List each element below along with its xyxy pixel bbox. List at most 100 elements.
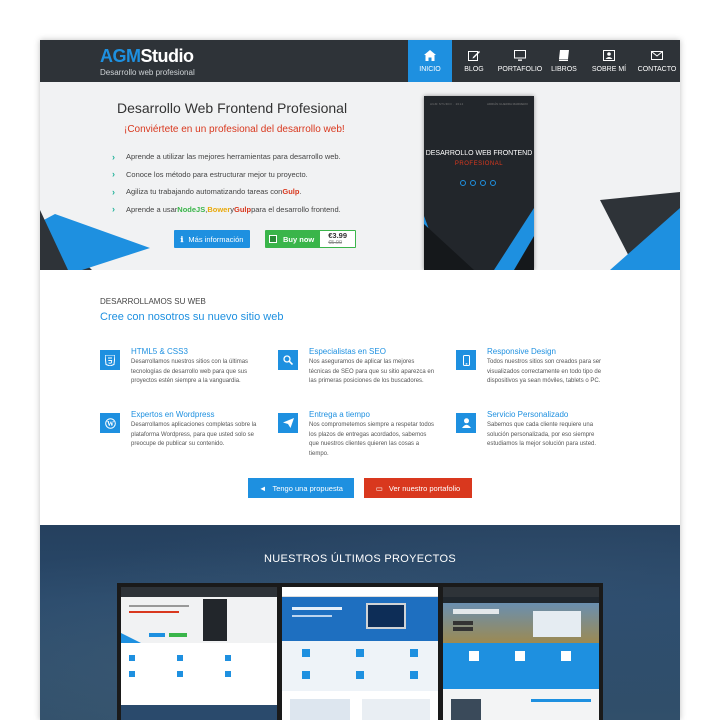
service-description: Todos nuestros sitios son creados para s… bbox=[487, 359, 602, 384]
preview-content bbox=[362, 699, 430, 720]
service-title[interactable]: Servicio Personalizado bbox=[487, 410, 568, 419]
preview-icon bbox=[302, 671, 310, 679]
preview-icon bbox=[225, 655, 231, 661]
nav-label: LIBROS bbox=[551, 65, 577, 73]
preview-icon bbox=[410, 649, 418, 657]
service-description: Desarrollamos aplicaciones completas sob… bbox=[131, 422, 257, 447]
project-thumbnail-3[interactable] bbox=[439, 583, 603, 720]
chevron-right-icon: › bbox=[112, 169, 115, 180]
search-icon bbox=[278, 350, 298, 370]
service-description: Sabemos que cada cliente requiere una so… bbox=[487, 422, 597, 447]
preview-text bbox=[292, 607, 342, 610]
project-thumbnail-2[interactable] bbox=[278, 583, 442, 720]
list-item: › Aprende a utilizar las mejores herramie… bbox=[112, 151, 341, 162]
logo[interactable]: AGMStudio Desarrollo web profesional bbox=[100, 46, 195, 77]
nav-label: BLOG bbox=[464, 65, 484, 73]
preview-monitor bbox=[366, 603, 406, 629]
preview-icon bbox=[356, 671, 364, 679]
preview-services bbox=[443, 643, 599, 689]
hero-title: Desarrollo Web Frontend Profesional bbox=[117, 100, 348, 116]
preview-footer bbox=[121, 705, 277, 720]
home-icon bbox=[424, 49, 436, 61]
preview-button bbox=[169, 633, 187, 637]
user-icon bbox=[603, 49, 615, 61]
preview-icon bbox=[129, 671, 135, 677]
edit-icon bbox=[468, 50, 480, 61]
chevron-right-icon: › bbox=[112, 204, 115, 215]
preview-hero bbox=[282, 597, 438, 641]
preview-icon bbox=[515, 651, 525, 661]
book-decoration bbox=[424, 208, 534, 270]
list-item: › Conoce los método para estructurar mejo… bbox=[112, 169, 308, 180]
book-cover[interactable]: AGM STUDIO · 2014 ADRIÁN GUERRA MARRERO … bbox=[424, 96, 534, 270]
svg-text:W: W bbox=[107, 420, 114, 428]
preview-icon bbox=[410, 671, 418, 679]
preview-text bbox=[292, 615, 332, 617]
service-title[interactable]: Entrega a tiempo bbox=[309, 410, 370, 419]
portfolio-button[interactable]: ▭ Ver nuestro portafolio bbox=[364, 478, 472, 498]
preview-book bbox=[203, 599, 227, 641]
logo-title: AGMStudio bbox=[100, 46, 194, 66]
nav-item-inicio[interactable]: INICIO bbox=[408, 40, 452, 82]
chevron-right-icon: › bbox=[112, 151, 115, 162]
service-title[interactable]: Expertos en Wordpress bbox=[131, 410, 214, 419]
nav-item-sobre-mi[interactable]: SOBRE MÍ bbox=[584, 40, 634, 82]
user-icon bbox=[456, 413, 476, 433]
preview-icon bbox=[469, 651, 479, 661]
mobile-icon bbox=[456, 350, 476, 370]
preview-icon bbox=[561, 651, 571, 661]
envelope-icon bbox=[651, 50, 663, 60]
proposal-button[interactable]: ◄ Tengo una propuesta bbox=[248, 478, 354, 498]
project-thumbnail-1[interactable] bbox=[117, 583, 281, 720]
nav-item-blog[interactable]: BLOG bbox=[452, 40, 496, 82]
preview-hero bbox=[121, 597, 277, 643]
list-item: › Agiliza tu trabajando automatizando tar… bbox=[112, 186, 302, 197]
buy-now-button[interactable]: Buy now €3.99 €5.00 bbox=[265, 230, 357, 248]
monitor-icon: ▭ bbox=[375, 483, 383, 493]
list-item: › Aprende a usar NodeJS, Bower y Gulp par… bbox=[112, 204, 341, 215]
projects-title: NUESTROS ÚLTIMOS PROYECTOS bbox=[264, 553, 456, 565]
services-section: DESARROLLAMOS SU WEB Cree con nosotros s… bbox=[40, 270, 680, 525]
cart-icon bbox=[269, 235, 277, 243]
nav-label: PORTAFOLIO bbox=[497, 65, 543, 73]
hero-section: Desarrollo Web Frontend Profesional ¡Con… bbox=[40, 82, 680, 270]
nav-item-portafolio[interactable]: PORTAFOLIO bbox=[496, 40, 544, 82]
preview-icon bbox=[177, 671, 183, 677]
paper-plane-icon bbox=[278, 413, 298, 433]
preview-icon bbox=[356, 649, 364, 657]
more-info-button[interactable]: ℹ Más información bbox=[174, 230, 250, 248]
preview-content bbox=[290, 699, 350, 720]
section-title: Cree con nosotros su nuevo sitio web bbox=[100, 311, 284, 323]
preview-icon bbox=[129, 655, 135, 661]
service-title[interactable]: HTML5 & CSS3 bbox=[131, 347, 188, 356]
nav-label: INICIO bbox=[419, 65, 441, 73]
website-frame: AGMStudio Desarrollo web profesional INI… bbox=[40, 40, 680, 720]
service-title[interactable]: Especialistas en SEO bbox=[309, 347, 386, 356]
book-icon bbox=[559, 49, 569, 61]
chevron-right-icon: › bbox=[112, 186, 115, 197]
main-nav: INICIO BLOG PORTAFOLIO LIBROS SOBRE MÍ C… bbox=[408, 40, 680, 82]
project-preview bbox=[282, 587, 438, 720]
preview-icon bbox=[302, 649, 310, 657]
preview-text bbox=[129, 611, 179, 613]
service-title[interactable]: Responsive Design bbox=[487, 347, 556, 356]
nav-item-libros[interactable]: LIBROS bbox=[544, 40, 584, 82]
bullhorn-icon: ◄ bbox=[259, 483, 267, 493]
preview-icon bbox=[177, 655, 183, 661]
preview-button bbox=[453, 621, 473, 625]
preview-header bbox=[443, 587, 599, 597]
preview-text bbox=[129, 605, 189, 607]
preview-devices bbox=[533, 611, 581, 637]
preview-icon bbox=[225, 671, 231, 677]
preview-button bbox=[149, 633, 165, 637]
info-icon: ℹ bbox=[180, 234, 184, 244]
hero-subtitle: ¡Conviértete en un profesional del desar… bbox=[124, 124, 345, 135]
service-description: Desarrollamos nuestros sitios con la últ… bbox=[131, 359, 249, 384]
preview-photo bbox=[451, 699, 481, 720]
hero-feature-list: › Aprende a utilizar las mejores herramie… bbox=[112, 148, 341, 218]
nav-item-contacto[interactable]: CONTACTO bbox=[634, 40, 680, 82]
html5-icon bbox=[100, 350, 120, 370]
wordpress-icon: W bbox=[100, 413, 120, 433]
projects-section: NUESTROS ÚLTIMOS PROYECTOS bbox=[40, 525, 680, 720]
project-preview bbox=[443, 587, 599, 720]
